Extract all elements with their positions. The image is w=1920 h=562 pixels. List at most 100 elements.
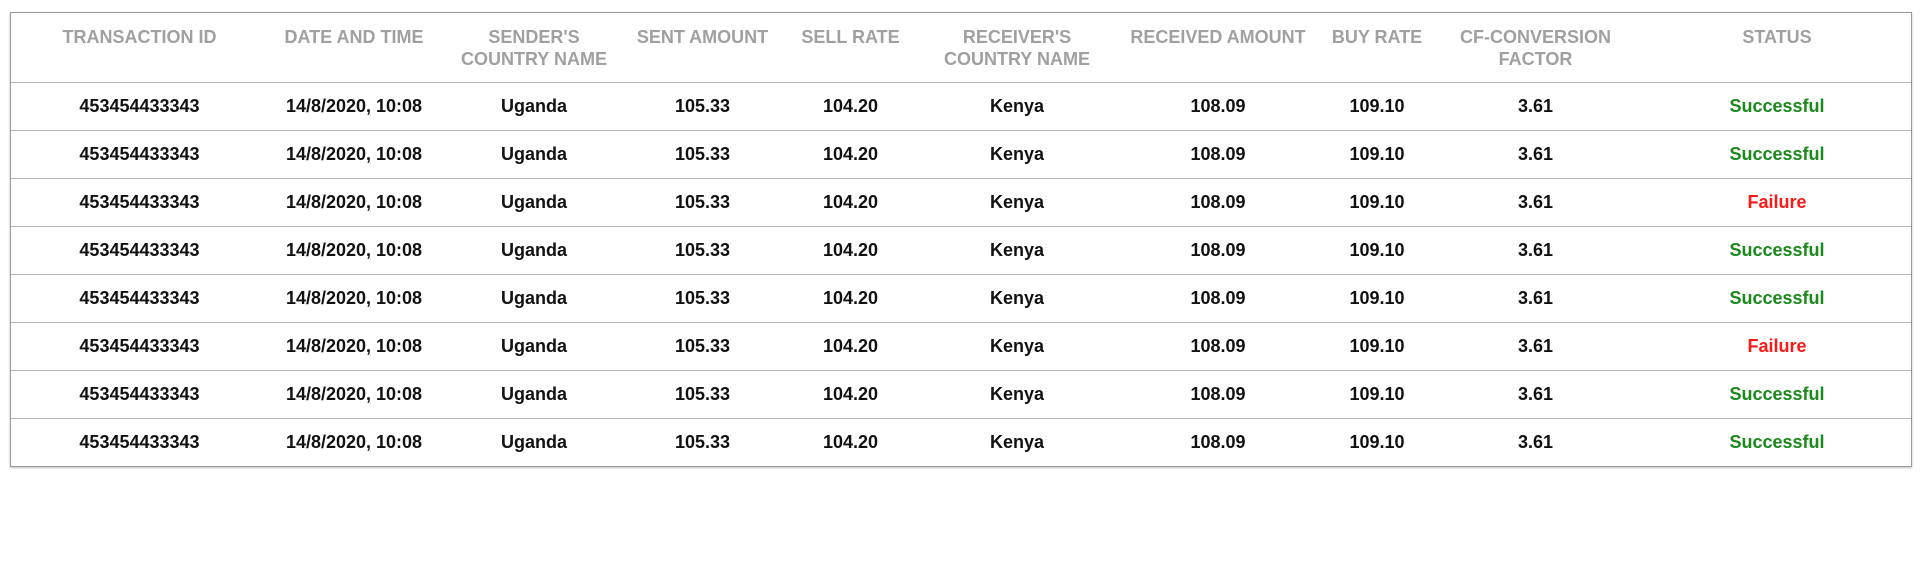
transactions-table-container: TRANSACTION ID DATE AND TIME SENDER'S CO… [10, 12, 1912, 467]
table-row: 453454433343 14/8/2020, 10:08 Uganda 105.33… [11, 370, 1911, 419]
cell-buy-rate: 109.10 [1326, 178, 1428, 227]
cell-receiver-country: Kenya [924, 82, 1110, 131]
cell-status: Successful [1729, 431, 1825, 452]
cell-received-amount: 108.09 [1110, 370, 1326, 419]
cell-sell-rate: 104.20 [777, 82, 924, 131]
cell-date-time: 14/8/2020, 10:08 [285, 431, 423, 452]
page: TRANSACTION ID DATE AND TIME SENDER'S CO… [0, 0, 1920, 562]
cell-sender-country: Uganda [440, 370, 628, 419]
cell-receiver-country: Kenya [989, 431, 1045, 452]
cell-receiver-country: Kenya [924, 274, 1110, 323]
cell-sender-country: Uganda [500, 431, 567, 452]
cell-receiver-country: Kenya [924, 130, 1110, 179]
header-transaction-id: TRANSACTION ID [11, 13, 268, 83]
cell-sent-amount: 105.33 [628, 322, 777, 371]
cell-sell-rate: 104.20 [777, 370, 924, 419]
cell-receiver-country: Kenya [924, 178, 1110, 227]
cell-transaction-id: 453454433343 [11, 370, 268, 419]
cell-conversion-factor: 3.61 [1428, 370, 1643, 419]
cell-receiver-country: Kenya [924, 226, 1110, 275]
cell-status: Failure [1643, 178, 1911, 227]
cell-date-time: 14/8/2020, 10:08 [268, 370, 440, 419]
cell-sender-country: Uganda [440, 226, 628, 275]
header-receivers-country: RECEIVER'S COUNTRY NAME [924, 13, 1110, 83]
cell-sell-rate: 104.20 [777, 322, 924, 371]
cell-conversion-factor: 3.61 [1428, 322, 1643, 371]
cell-buy-rate: 109.10 [1326, 274, 1428, 323]
cell-transaction-id: 453454433343 [11, 130, 268, 179]
cell-transaction-id: 453454433343 [11, 226, 268, 275]
header-buy-rate: BUY RATE [1326, 13, 1428, 83]
cell-status: Successful [1643, 274, 1911, 323]
cell-conversion-factor: 3.61 [1428, 82, 1643, 131]
cell-sell-rate: 104.20 [777, 130, 924, 179]
cell-received-amount: 108.09 [1110, 82, 1326, 131]
cell-received-amount: 108.09 [1110, 322, 1326, 371]
header-row: TRANSACTION ID DATE AND TIME SENDER'S CO… [11, 13, 1911, 83]
cell-received-amount: 108.09 [1110, 130, 1326, 179]
cell-conversion-factor: 3.61 [1428, 226, 1643, 275]
cell-received-amount: 108.09 [1110, 226, 1326, 275]
cell-date-time: 14/8/2020, 10:08 [268, 226, 440, 275]
cell-sell-rate: 104.20 [777, 274, 924, 323]
cell-sender-country: Uganda [440, 130, 628, 179]
cell-sell-rate: 104.20 [822, 431, 879, 452]
cell-sent-amount: 105.33 [628, 274, 777, 323]
table-row: 453454433343 14/8/2020, 10:08 Uganda 105.33… [11, 322, 1911, 371]
cell-buy-rate: 109.10 [1349, 431, 1405, 452]
cell-sell-rate: 104.20 [777, 178, 924, 227]
cell-received-amount: 108.09 [1110, 274, 1326, 323]
header-sent-amount: SENT AMOUNT [628, 13, 777, 83]
cell-transaction-id: 453454433343 [79, 431, 200, 452]
cell-sender-country: Uganda [440, 178, 628, 227]
cell-sent-amount: 105.33 [628, 370, 777, 419]
cell-sent-amount: 105.33 [628, 226, 777, 275]
cell-date-time: 14/8/2020, 10:08 [268, 178, 440, 227]
cell-buy-rate: 109.10 [1326, 130, 1428, 179]
cell-status: Successful [1643, 130, 1911, 179]
cell-sent-amount: 105.33 [628, 82, 777, 131]
table-row: 453454433343 14/8/2020, 10:08 Uganda 105.33… [11, 418, 1911, 466]
cell-date-time: 14/8/2020, 10:08 [268, 130, 440, 179]
cell-conversion-factor: 3.61 [1428, 178, 1643, 227]
cell-received-amount: 108.09 [1190, 431, 1246, 452]
cell-sent-amount: 105.33 [674, 431, 731, 452]
cell-transaction-id: 453454433343 [11, 274, 268, 323]
cell-buy-rate: 109.10 [1326, 322, 1428, 371]
cell-buy-rate: 109.10 [1326, 226, 1428, 275]
cell-sender-country: Uganda [440, 82, 628, 131]
header-sell-rate: SELL RATE [777, 13, 924, 83]
cell-transaction-id: 453454433343 [11, 322, 268, 371]
cell-buy-rate: 109.10 [1326, 82, 1428, 131]
cell-date-time: 14/8/2020, 10:08 [268, 274, 440, 323]
cell-transaction-id: 453454433343 [11, 178, 268, 227]
cell-sell-rate: 104.20 [777, 226, 924, 275]
table-row: 453454433343 14/8/2020, 10:08 Uganda 105.33… [11, 178, 1911, 227]
cell-transaction-id: 453454433343 [11, 82, 268, 131]
cell-status: Failure [1643, 322, 1911, 371]
cell-sender-country: Uganda [440, 274, 628, 323]
cell-conversion-factor: 3.61 [1517, 431, 1554, 452]
header-status: STATUS [1643, 13, 1911, 83]
table-row: 453454433343 14/8/2020, 10:08 Uganda 105.33… [11, 130, 1911, 179]
cell-status: Successful [1643, 82, 1911, 131]
cell-conversion-factor: 3.61 [1428, 274, 1643, 323]
header-date-and-time: DATE AND TIME [268, 13, 440, 83]
cell-receiver-country: Kenya [924, 370, 1110, 419]
cell-date-time: 14/8/2020, 10:08 [268, 82, 440, 131]
cell-status: Successful [1643, 226, 1911, 275]
header-conversion-factor: CF-CONVERSION FACTOR [1428, 13, 1643, 83]
cell-conversion-factor: 3.61 [1428, 130, 1643, 179]
cell-date-time: 14/8/2020, 10:08 [268, 322, 440, 371]
table-row: 453454433343 14/8/2020, 10:08 Uganda 105.33… [11, 274, 1911, 323]
cell-buy-rate: 109.10 [1326, 370, 1428, 419]
table-row: 453454433343 14/8/2020, 10:08 Uganda 105.33… [11, 82, 1911, 131]
header-received-amount: RECEIVED AMOUNT [1110, 13, 1326, 83]
cell-status: Successful [1643, 370, 1911, 419]
table-header: TRANSACTION ID DATE AND TIME SENDER'S CO… [11, 13, 1911, 83]
cell-received-amount: 108.09 [1110, 178, 1326, 227]
table-row: 453454433343 14/8/2020, 10:08 Uganda 105.33… [11, 226, 1911, 275]
header-senders-country: SENDER'S COUNTRY NAME [440, 13, 628, 83]
cell-sent-amount: 105.33 [628, 130, 777, 179]
cell-receiver-country: Kenya [924, 322, 1110, 371]
